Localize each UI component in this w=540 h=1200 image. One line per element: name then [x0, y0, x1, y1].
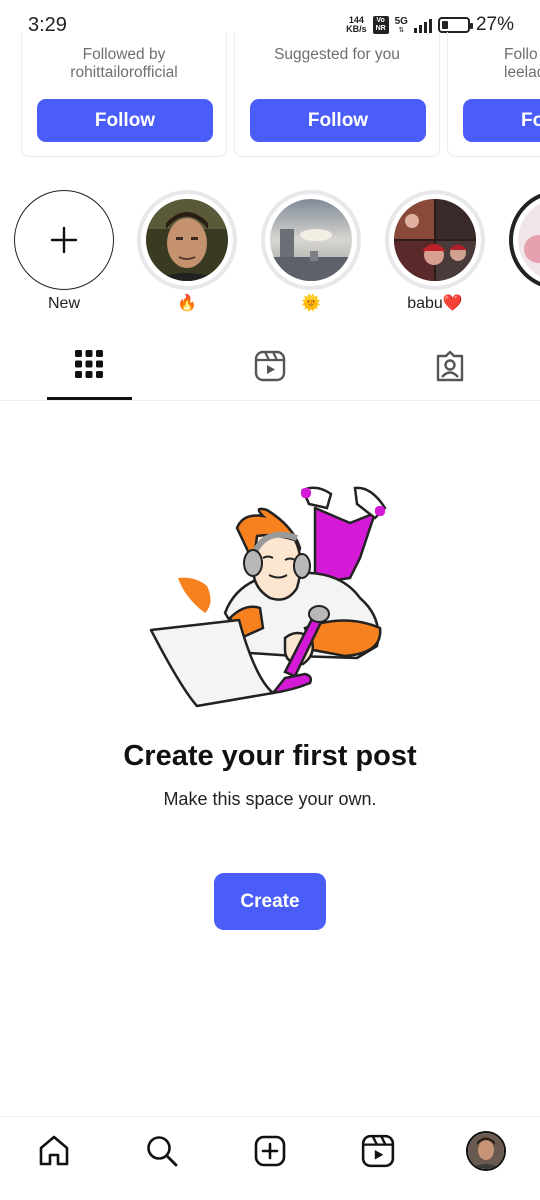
plus-square-icon: [254, 1135, 286, 1167]
highlight-ring[interactable]: [137, 190, 237, 290]
new-highlight-ring[interactable]: [14, 190, 114, 290]
grid-icon: [75, 350, 103, 378]
highlight-item[interactable]: 🌞: [260, 190, 362, 314]
highlight-label: babu❤️: [407, 295, 463, 312]
tab-posts[interactable]: [47, 350, 131, 400]
suggested-card: Follo leelad Fo: [447, 32, 540, 157]
highlight-item[interactable]: [508, 190, 540, 294]
battery-fill: [441, 21, 449, 29]
follow-button[interactable]: Follow: [250, 99, 426, 142]
plus-icon: [50, 226, 78, 254]
profile-photo: [468, 1133, 504, 1169]
home-icon: [39, 1135, 69, 1166]
network-type: 5G ⇅: [394, 15, 408, 34]
tab-tagged[interactable]: [408, 350, 492, 400]
highlight-item[interactable]: 🔥: [136, 190, 238, 314]
suggested-card: Followed by rohittailorofficial Follow: [21, 32, 227, 157]
highlight-ring[interactable]: [261, 190, 361, 290]
card-subtitle: Follo leelad: [504, 46, 540, 82]
battery-icon: [437, 17, 473, 33]
search-icon: [147, 1136, 178, 1167]
nav-reels[interactable]: [356, 1129, 400, 1173]
card-subtitle: Followed by rohittailorofficial: [22, 46, 226, 82]
highlight-photo: [270, 199, 352, 281]
reels-icon: [254, 350, 286, 382]
profile-tabs: [0, 340, 540, 401]
highlight-photo: [394, 199, 476, 281]
follow-button[interactable]: Fo: [463, 99, 540, 142]
empty-state-title: Create your first post: [123, 740, 417, 772]
card-subtitle-line1: Followed by: [82, 46, 166, 63]
card-subtitle-line1: Suggested for you: [274, 46, 400, 63]
card-subtitle-line1: Follo: [504, 46, 538, 63]
highlight-photo: [518, 199, 540, 281]
highlight-ring[interactable]: [385, 190, 485, 290]
suggested-card: Suggested for you Follow: [234, 32, 440, 157]
highlight-photo: [146, 199, 228, 281]
nav-profile[interactable]: [464, 1129, 508, 1173]
empty-state-illustration: [149, 486, 387, 708]
card-subtitle-line2: leelad: [504, 64, 540, 81]
highlight-label: 🔥: [177, 295, 197, 312]
highlight-label: 🌞: [301, 295, 321, 312]
card-subtitle-line2: rohittailorofficial: [70, 64, 178, 81]
active-tab-indicator: [47, 397, 132, 400]
signal-icon: [413, 17, 432, 33]
nav-search[interactable]: [140, 1129, 184, 1173]
highlight-item[interactable]: babu❤️: [384, 190, 486, 314]
highlight-ring[interactable]: [509, 190, 540, 290]
highlight-new[interactable]: New: [13, 190, 115, 314]
suggested-accounts: Followed by rohittailorofficial Follow S…: [0, 32, 540, 158]
network-type-label: 5G: [394, 15, 408, 27]
highlight-label: New: [47, 295, 80, 312]
avatar[interactable]: [466, 1131, 506, 1171]
card-subtitle: Suggested for you: [235, 46, 439, 64]
empty-state-subtitle: Make this space your own.: [163, 789, 377, 809]
reels-icon: [361, 1134, 395, 1168]
bottom-navigation: [0, 1116, 540, 1200]
tagged-person-icon: [436, 350, 464, 382]
story-highlights: New 🔥 🌞 babu❤️: [0, 190, 540, 320]
create-button[interactable]: Create: [214, 873, 326, 930]
tab-reels[interactable]: [228, 350, 312, 400]
nav-create[interactable]: [248, 1129, 292, 1173]
nav-home[interactable]: [32, 1129, 76, 1173]
follow-button[interactable]: Follow: [37, 99, 213, 142]
